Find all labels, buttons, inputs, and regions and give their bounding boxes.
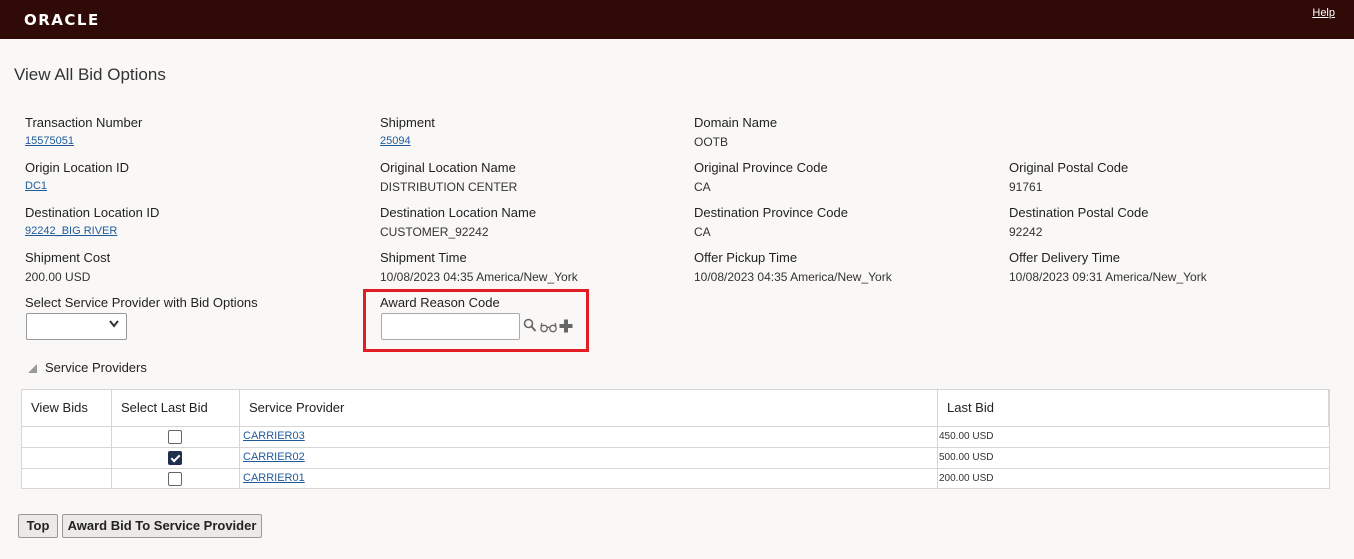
destination-location-name-value: CUSTOMER_92242: [380, 225, 489, 239]
service-provider-cell: [240, 469, 938, 489]
shipment-cost-value: 200.00 USD: [25, 270, 91, 284]
select-last-bid-checkbox[interactable]: [168, 451, 182, 465]
shipment-time-value: 10/08/2023 04:35 America/New_York: [380, 270, 578, 284]
service-provider-cell: [240, 448, 938, 468]
help-link[interactable]: Help: [1312, 7, 1335, 19]
original-location-name-value: DISTRIBUTION CENTER: [380, 180, 518, 194]
col-view-bids: View Bids: [22, 390, 112, 426]
search-icon[interactable]: [523, 318, 537, 338]
offer-delivery-time-label: Offer Delivery Time: [1009, 250, 1121, 265]
table-row: CARRIER03 450.00 USD: [22, 426, 1329, 447]
col-last-bid: Last Bid: [938, 390, 1329, 426]
offer-pickup-time-label: Offer Pickup Time: [694, 250, 798, 265]
service-providers-section-header[interactable]: Service Providers: [28, 360, 147, 375]
original-province-code-value: CA: [694, 180, 711, 194]
service-provider-link[interactable]: CARRIER02: [243, 451, 305, 463]
collapse-triangle-icon: [28, 364, 37, 373]
select-last-bid-cell: [112, 469, 240, 489]
select-service-provider-label: Select Service Provider with Bid Options: [25, 295, 258, 310]
view-glasses-icon[interactable]: [540, 320, 557, 338]
offer-delivery-time-value: 10/08/2023 09:31 America/New_York: [1009, 270, 1207, 284]
last-bid-value: 200.00 USD: [939, 473, 994, 484]
col-service-provider: Service Provider: [240, 390, 938, 426]
origin-location-id-link[interactable]: DC1: [25, 180, 47, 192]
view-bids-cell: [22, 448, 112, 468]
domain-name-value: OOTB: [694, 135, 729, 149]
shipment-cost-label: Shipment Cost: [25, 250, 111, 265]
select-last-bid-checkbox[interactable]: [168, 472, 182, 486]
select-last-bid-checkbox[interactable]: [168, 430, 182, 444]
shipment-time-label: Shipment Time: [380, 250, 467, 265]
shipment-link[interactable]: 25094: [380, 135, 411, 147]
original-province-code-label: Original Province Code: [694, 160, 828, 175]
destination-province-code-value: CA: [694, 225, 711, 239]
service-provider-select[interactable]: [26, 313, 127, 340]
award-bid-button[interactable]: Award Bid To Service Provider: [62, 514, 262, 538]
destination-province-code-label: Destination Province Code: [694, 205, 848, 220]
domain-name-label: Domain Name: [694, 115, 778, 130]
original-location-name-label: Original Location Name: [380, 160, 516, 175]
table-row: CARRIER02 500.00 USD: [22, 447, 1329, 468]
table-row: CARRIER01 200.00 USD: [22, 468, 1329, 489]
destination-location-id-link[interactable]: 92242_BIG RIVER: [25, 225, 117, 237]
chevron-down-icon: [109, 320, 119, 331]
offer-pickup-time-value: 10/08/2023 04:35 America/New_York: [694, 270, 892, 284]
service-provider-cell: [240, 427, 938, 447]
original-postal-code-label: Original Postal Code: [1009, 160, 1129, 175]
original-postal-code-value: 91761: [1009, 180, 1043, 194]
page-title: View All Bid Options: [14, 65, 166, 84]
view-bids-cell: [22, 469, 112, 489]
destination-location-id-label: Destination Location ID: [25, 205, 160, 220]
col-select-last-bid: Select Last Bid: [112, 390, 240, 426]
oracle-logo: ORACLE: [24, 11, 100, 29]
service-providers-table: View Bids Select Last Bid Service Provid…: [21, 389, 1330, 489]
destination-location-name-label: Destination Location Name: [380, 205, 537, 220]
destination-postal-code-label: Destination Postal Code: [1009, 205, 1149, 220]
last-bid-value: 450.00 USD: [939, 431, 994, 442]
award-reason-code-input[interactable]: [381, 313, 520, 340]
transaction-number-link[interactable]: 15575051: [25, 135, 74, 147]
select-last-bid-cell: [112, 448, 240, 468]
service-providers-title: Service Providers: [45, 360, 147, 375]
transaction-number-label: Transaction Number: [25, 115, 143, 130]
service-provider-link[interactable]: CARRIER03: [243, 430, 305, 442]
select-last-bid-cell: [112, 427, 240, 447]
service-provider-link[interactable]: CARRIER01: [243, 472, 305, 484]
app-header: ORACLE Help: [0, 0, 1354, 39]
shipment-label: Shipment: [380, 115, 435, 130]
destination-postal-code-value: 92242: [1009, 225, 1043, 239]
top-button[interactable]: Top: [18, 514, 58, 538]
origin-location-id-label: Origin Location ID: [25, 160, 130, 175]
view-bids-cell: [22, 427, 112, 447]
add-plus-icon[interactable]: [559, 319, 573, 338]
last-bid-value: 500.00 USD: [939, 452, 994, 463]
